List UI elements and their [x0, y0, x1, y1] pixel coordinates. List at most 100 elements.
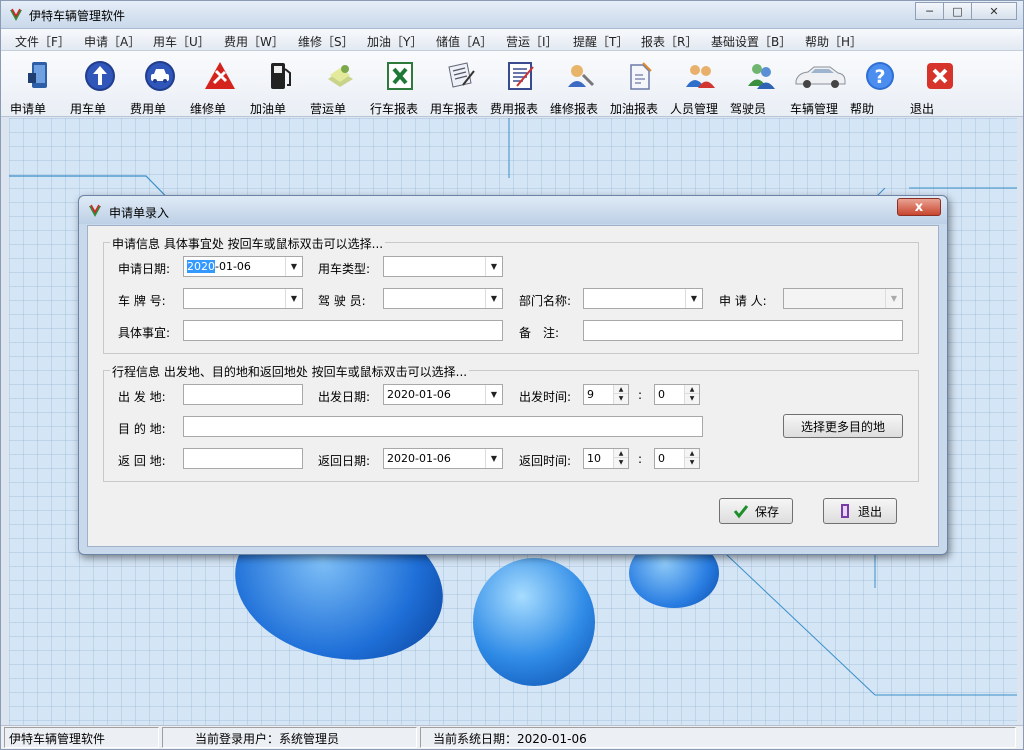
- destination-label: 目 的 地:: [118, 422, 166, 436]
- tool-refuel-report[interactable]: 加油报表: [610, 55, 670, 116]
- plate-select[interactable]: ▼: [183, 288, 303, 309]
- menu-refuel[interactable]: 加油［Y］: [367, 33, 422, 50]
- tool-operation-form[interactable]: 营运单: [310, 55, 370, 116]
- exit-icon: [927, 63, 953, 89]
- exit-button[interactable]: 退出: [823, 498, 897, 524]
- dialog-body: 申请信息 具体事宜处 按回车或鼠标双击可以选择... 申请日期: 2020-01…: [87, 225, 939, 547]
- driver-label: 驾 驶 员:: [318, 294, 366, 308]
- applicant-select: ▼: [783, 288, 903, 309]
- menu-repair[interactable]: 维修［S］: [298, 33, 354, 50]
- spin-up-icon[interactable]: ▲: [614, 385, 628, 394]
- destination-input[interactable]: [183, 416, 703, 437]
- menu-operation[interactable]: 营运［I］: [506, 33, 558, 50]
- menu-use-car[interactable]: 用车［U］: [153, 33, 210, 50]
- close-window-button[interactable]: ✕: [971, 2, 1017, 20]
- return-place-input[interactable]: [183, 448, 303, 469]
- car-icon: [795, 66, 846, 88]
- chevron-down-icon[interactable]: ▼: [485, 385, 502, 404]
- spin-down-icon[interactable]: ▼: [614, 394, 628, 403]
- chevron-down-icon[interactable]: ▼: [285, 289, 302, 308]
- menu-apply[interactable]: 申请［A］: [84, 33, 140, 50]
- spin-up-icon[interactable]: ▲: [685, 385, 699, 394]
- chevron-down-icon[interactable]: ▼: [685, 289, 702, 308]
- apply-date-label: 申请日期:: [118, 262, 171, 276]
- tool-driver[interactable]: 驾驶员: [730, 55, 790, 116]
- title-bar[interactable]: 伊特车辆管理软件 ─ □ ✕: [1, 1, 1023, 29]
- tool-use-car-form[interactable]: 用车单: [70, 55, 130, 116]
- application-entry-dialog: 申请单录入 x 申请信息 具体事宜处 按回车或鼠标双击可以选择... 申请日期:…: [78, 195, 948, 555]
- car-cost-icon: [145, 61, 175, 91]
- status-date-label: 当前系统日期：: [433, 732, 518, 746]
- chevron-down-icon[interactable]: ▼: [485, 449, 502, 468]
- menu-report[interactable]: 报表［R］: [641, 33, 697, 50]
- tool-personnel-management[interactable]: 人员管理: [670, 55, 730, 116]
- tool-repair-report[interactable]: 维修报表: [550, 55, 610, 116]
- driver-select[interactable]: ▼: [383, 288, 503, 309]
- tool-refuel-form[interactable]: 加油单: [250, 55, 310, 116]
- menu-help[interactable]: 帮助［H］: [805, 33, 862, 50]
- tool-usage-report[interactable]: 用车报表: [430, 55, 490, 116]
- dialog-title-bar[interactable]: 申请单录入 x: [79, 196, 947, 224]
- app-logo-icon: [10, 8, 22, 21]
- tool-help[interactable]: ? 帮助: [850, 55, 910, 116]
- repair-warning-icon: [205, 62, 235, 89]
- remark-input[interactable]: [583, 320, 903, 341]
- tool-cost-form[interactable]: 费用单: [130, 55, 190, 116]
- usage-report-icon: [448, 62, 475, 88]
- return-date-picker[interactable]: 2020-01-06 ▼: [383, 448, 503, 469]
- chevron-down-icon[interactable]: ▼: [485, 289, 502, 308]
- depart-place-input[interactable]: [183, 384, 303, 405]
- car-type-select[interactable]: ▼: [383, 256, 503, 277]
- svg-text:?: ?: [874, 66, 885, 88]
- dialog-close-button[interactable]: x: [897, 198, 941, 216]
- matter-input[interactable]: [183, 320, 503, 341]
- status-bar: 伊特车辆管理软件 当前登录用户：系统管理员 当前系统日期：2020-01-06: [1, 725, 1023, 749]
- menu-stored-value[interactable]: 储值［A］: [436, 33, 492, 50]
- depart-date-label: 出发日期:: [318, 390, 371, 404]
- depart-time-label: 出发时间:: [519, 390, 572, 404]
- group-caption: 行程信息 出发地、目的地和返回地处 按回车或鼠标双击可以选择...: [110, 363, 470, 380]
- fuel-report-icon: [630, 62, 652, 90]
- menu-cost[interactable]: 费用［W］: [224, 33, 284, 50]
- chevron-down-icon[interactable]: ▼: [485, 257, 502, 276]
- people-icon: [686, 65, 715, 88]
- group-caption: 申请信息 具体事宜处 按回车或鼠标双击可以选择...: [110, 235, 386, 252]
- depart-place-label: 出 发 地:: [118, 390, 166, 404]
- depart-date-picker[interactable]: 2020-01-06 ▼: [383, 384, 503, 405]
- select-more-destinations-button[interactable]: 选择更多目的地: [783, 414, 903, 438]
- save-button[interactable]: 保存: [719, 498, 793, 524]
- return-hour-stepper[interactable]: 10 ▲ ▼: [583, 448, 629, 469]
- minimize-button[interactable]: ─: [915, 2, 944, 20]
- applicant-label: 申 请 人:: [719, 294, 767, 308]
- depart-hour-stepper[interactable]: 9 ▲ ▼: [583, 384, 629, 405]
- dept-select[interactable]: ▼: [583, 288, 703, 309]
- maximize-button[interactable]: □: [943, 2, 972, 20]
- spin-down-icon[interactable]: ▼: [614, 458, 628, 467]
- spin-down-icon[interactable]: ▼: [685, 394, 699, 403]
- chevron-down-icon: ▼: [885, 289, 902, 308]
- tool-exit[interactable]: 退出: [910, 55, 970, 116]
- chevron-down-icon[interactable]: ▼: [285, 257, 302, 276]
- tool-vehicle-management[interactable]: 车辆管理: [790, 55, 850, 116]
- tool-cost-report[interactable]: 费用报表: [490, 55, 550, 116]
- tool-repair-form[interactable]: 维修单: [190, 55, 250, 116]
- tool-driving-report[interactable]: 行车报表: [370, 55, 430, 116]
- menu-file[interactable]: 文件［F］: [15, 33, 70, 50]
- spin-up-icon[interactable]: ▲: [614, 449, 628, 458]
- excel-report-icon: [387, 62, 413, 90]
- apply-date-picker[interactable]: 2020-01-06 ▼: [183, 256, 303, 277]
- return-minute-stepper[interactable]: 0 ▲ ▼: [654, 448, 700, 469]
- car-type-label: 用车类型:: [318, 262, 371, 276]
- operation-doc-icon: [328, 65, 353, 87]
- tool-application-form[interactable]: 申请单: [10, 55, 70, 116]
- application-form-icon: [28, 62, 47, 88]
- status-user: 当前登录用户：系统管理员: [162, 727, 417, 748]
- depart-minute-stepper[interactable]: 0 ▲ ▼: [654, 384, 700, 405]
- menu-reminder[interactable]: 提醒［T］: [573, 33, 628, 50]
- menu-basic-settings[interactable]: 基础设置［B］: [711, 33, 791, 50]
- spin-down-icon[interactable]: ▼: [685, 458, 699, 467]
- spin-up-icon[interactable]: ▲: [685, 449, 699, 458]
- time-colon: :: [638, 388, 643, 402]
- return-time-label: 返回时间:: [519, 454, 572, 468]
- return-date-label: 返回日期:: [318, 454, 371, 468]
